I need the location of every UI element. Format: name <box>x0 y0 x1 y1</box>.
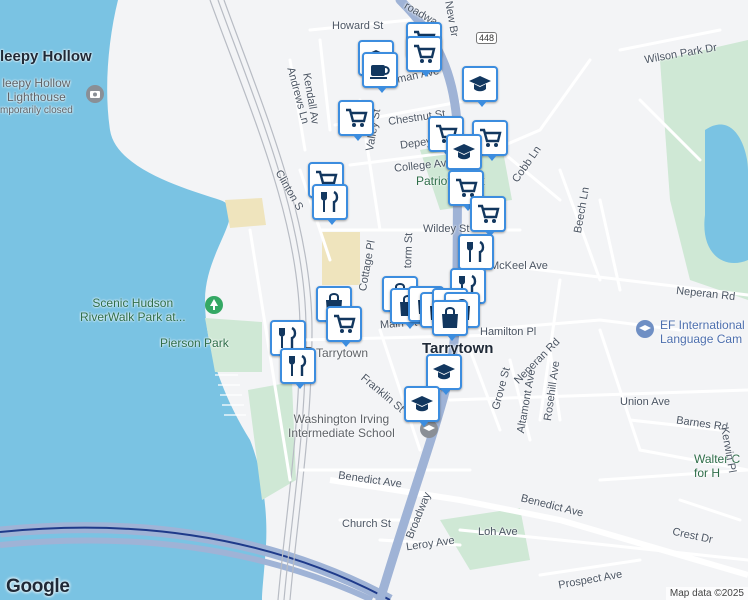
shopping-marker[interactable] <box>432 300 468 341</box>
poi-lighthouse-line: mporarily closed <box>0 105 73 116</box>
coffee-cup-icon <box>367 57 393 83</box>
school-marker[interactable] <box>426 354 462 395</box>
shopping-cart-icon <box>331 311 357 337</box>
graduation-cap-icon <box>409 391 435 417</box>
poi-ef-international[interactable]: EF International Language Cam <box>660 318 745 346</box>
grocery-marker[interactable] <box>338 100 374 141</box>
restaurant-marker[interactable] <box>312 184 348 225</box>
shopping-bag-icon <box>437 305 463 331</box>
shopping-cart-icon <box>343 105 369 131</box>
poi-ef-line: EF International <box>660 318 745 332</box>
street-storm-st: torm St <box>402 232 416 269</box>
school-icon <box>636 320 654 338</box>
street-howard-st: Howard St <box>332 20 384 32</box>
restaurant-marker[interactable] <box>458 234 494 275</box>
graduation-cap-icon <box>467 71 493 97</box>
tree-icon <box>205 296 223 314</box>
school-marker[interactable] <box>404 386 440 427</box>
grocery-marker[interactable] <box>470 196 506 237</box>
poi-pierson-park[interactable]: Pierson Park <box>160 336 229 350</box>
route-448-shield: 448 <box>476 32 498 44</box>
cafe-marker[interactable] <box>362 52 398 93</box>
poi-ef-line: Language Cam <box>660 332 743 346</box>
poi-lighthouse-line: Lighthouse <box>7 90 66 104</box>
street-union-ave: Union Ave <box>620 396 670 408</box>
poi-lighthouse-line: leepy Hollow <box>2 76 71 90</box>
poi-school-line: Intermediate School <box>288 426 395 440</box>
town-sleepy-hollow: leepy Hollow <box>0 48 92 65</box>
shopping-cart-icon <box>411 41 437 67</box>
grocery-marker[interactable] <box>326 306 362 347</box>
poi-washington-irving[interactable]: Washington Irving Intermediate School <box>288 412 395 440</box>
poi-lighthouse[interactable]: leepy Hollow Lighthouse mporarily closed <box>0 76 73 118</box>
street-church-st: Church St <box>342 518 391 530</box>
poi-riverwalk[interactable]: Scenic Hudson RiverWalk Park at... <box>80 296 186 324</box>
poi-tarrytown-station[interactable]: Tarrytown <box>316 346 368 360</box>
poi-riverwalk-line: Scenic Hudson <box>92 296 174 310</box>
street-hamilton-pl: Hamilton Pl <box>480 326 537 338</box>
fork-knife-icon <box>317 189 343 215</box>
sand-area-2 <box>322 232 360 285</box>
graduation-cap-icon <box>451 139 477 165</box>
map-canvas[interactable]: leepy Hollow Tarrytown leepy Hollow Ligh… <box>0 0 748 600</box>
map-attribution: Map data ©2025 <box>665 587 748 600</box>
sand-area <box>225 198 266 228</box>
camera-icon <box>86 85 104 103</box>
poi-riverwalk-line: RiverWalk Park at... <box>80 310 186 324</box>
poi-school-line: Washington Irving <box>293 412 390 426</box>
google-logo: Google <box>6 576 70 597</box>
reservoir <box>704 124 748 263</box>
grocery-marker[interactable] <box>406 36 442 77</box>
street-mckeel-ave: McKeel Ave <box>490 260 548 272</box>
fork-knife-icon <box>285 353 311 379</box>
school-marker[interactable] <box>446 134 482 175</box>
graduation-cap-icon <box>431 359 457 385</box>
shopping-cart-icon <box>475 201 501 227</box>
fork-knife-icon <box>463 239 489 265</box>
restaurant-marker[interactable] <box>280 348 316 389</box>
street-loh-ave: Loh Ave <box>478 526 518 538</box>
school-marker[interactable] <box>462 66 498 107</box>
